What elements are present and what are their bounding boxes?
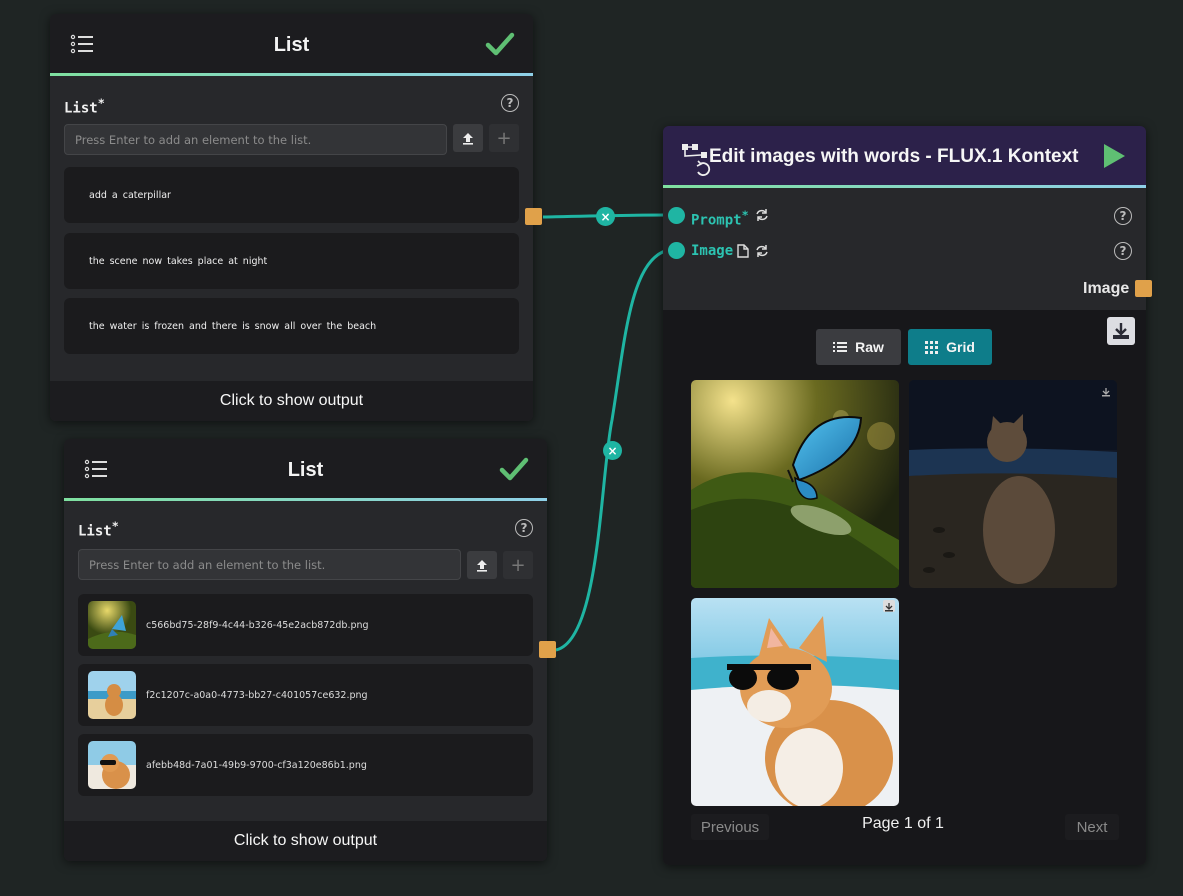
grid-view-label: Grid — [946, 339, 975, 355]
grid-icon — [925, 340, 939, 354]
download-icon[interactable] — [1101, 384, 1111, 397]
list-field-label: List* — [64, 96, 105, 117]
list-item[interactable]: the scene now takes place at night — [64, 233, 519, 289]
list-node-1[interactable]: List List* ? Press Enter to add an eleme… — [50, 14, 533, 421]
generated-image-caterpillar[interactable] — [691, 380, 899, 588]
list-node-1-title: List — [273, 33, 310, 56]
play-icon[interactable] — [1102, 143, 1126, 169]
download-icon — [1113, 323, 1129, 339]
prompt-input-port[interactable] — [668, 207, 685, 224]
help-icon[interactable]: ? — [1114, 207, 1132, 225]
generated-image-night[interactable] — [909, 380, 1117, 588]
list-node-2[interactable]: List List* ? Press Enter to add an eleme… — [64, 439, 547, 861]
image-input-port[interactable] — [668, 242, 685, 259]
file-item[interactable]: f2c1207c-a0a0-4773-bb27-c401057ce632.png — [78, 664, 533, 726]
help-icon[interactable]: ? — [515, 519, 533, 537]
list-node-1-header: List — [50, 14, 533, 76]
list-item[interactable]: the water is frozen and there is snow al… — [64, 298, 519, 354]
list-icon — [833, 342, 848, 352]
help-icon[interactable]: ? — [1114, 242, 1132, 260]
refresh-icon[interactable] — [755, 208, 769, 222]
upload-button[interactable] — [453, 124, 483, 152]
file-icon[interactable] — [737, 244, 749, 258]
flux-node-title: Edit images with words - FLUX.1 Kontext — [709, 146, 1079, 167]
list-icon — [70, 34, 93, 54]
list-node-2-header: List — [64, 439, 547, 501]
check-icon[interactable] — [499, 455, 529, 483]
grid-view-button[interactable]: Grid — [908, 329, 992, 365]
page-indicator: Page 1 of 1 — [862, 815, 944, 832]
thumbnail-cat-beach — [88, 671, 136, 719]
upload-icon — [477, 559, 487, 572]
prompt-input-label: Prompt* — [691, 208, 749, 229]
show-output-button[interactable]: Click to show output — [50, 381, 533, 421]
download-all-button[interactable] — [1107, 317, 1135, 345]
image-input-label: Image — [691, 243, 734, 259]
file-item[interactable]: c566bd75-28f9-4c44-b326-45e2acb872db.png — [78, 594, 533, 656]
upload-icon — [463, 132, 473, 145]
next-page-button[interactable]: Next — [1065, 814, 1119, 840]
plus-icon: + — [510, 554, 526, 576]
help-icon[interactable]: ? — [501, 94, 519, 112]
flux-node-header: Edit images with words - FLUX.1 Kontext — [663, 126, 1146, 188]
thumbnail-butterfly — [88, 601, 136, 649]
add-item-button[interactable]: + — [489, 124, 519, 152]
previous-page-button[interactable]: Previous — [691, 814, 769, 840]
list-icon — [84, 459, 107, 479]
refresh-icon[interactable] — [755, 244, 769, 258]
list-node-1-output-port[interactable] — [525, 208, 542, 225]
file-name: afebb48d-7a01-49b9-9700-cf3a120e86b1.png — [146, 759, 367, 771]
file-item[interactable]: afebb48d-7a01-49b9-9700-cf3a120e86b1.png — [78, 734, 533, 796]
add-item-button[interactable]: + — [503, 551, 533, 579]
list-add-input[interactable]: Press Enter to add an element to the lis… — [78, 549, 461, 580]
remove-connection-button[interactable]: × — [596, 207, 615, 226]
flux-image-output-port[interactable] — [1135, 280, 1152, 297]
list-field-label: List* — [78, 519, 119, 540]
list-add-input[interactable]: Press Enter to add an element to the lis… — [64, 124, 447, 155]
check-icon[interactable] — [485, 30, 515, 58]
list-node-2-output-port[interactable] — [539, 641, 556, 658]
file-name: c566bd75-28f9-4c44-b326-45e2acb872db.png — [146, 619, 369, 631]
plus-icon: + — [496, 127, 512, 149]
upload-button[interactable] — [467, 551, 497, 579]
workflow-icon — [682, 144, 711, 176]
flux-kontext-node[interactable]: Edit images with words - FLUX.1 Kontext … — [663, 126, 1146, 865]
list-node-2-title: List — [287, 458, 324, 481]
raw-view-button[interactable]: Raw — [816, 329, 901, 365]
download-icon[interactable] — [883, 600, 895, 612]
list-item[interactable]: add a caterpillar — [64, 167, 519, 223]
image-output-label: Image — [1083, 280, 1130, 297]
generated-image-snow[interactable] — [691, 598, 899, 806]
file-name: f2c1207c-a0a0-4773-bb27-c401057ce632.png — [146, 689, 368, 701]
raw-view-label: Raw — [855, 339, 884, 355]
show-output-button[interactable]: Click to show output — [64, 821, 547, 861]
thumbnail-cat-sunglasses — [88, 741, 136, 789]
image-gallery: Raw Grid Previous Page 1 of 1 Next — [663, 310, 1146, 865]
remove-connection-button[interactable]: × — [603, 441, 622, 460]
